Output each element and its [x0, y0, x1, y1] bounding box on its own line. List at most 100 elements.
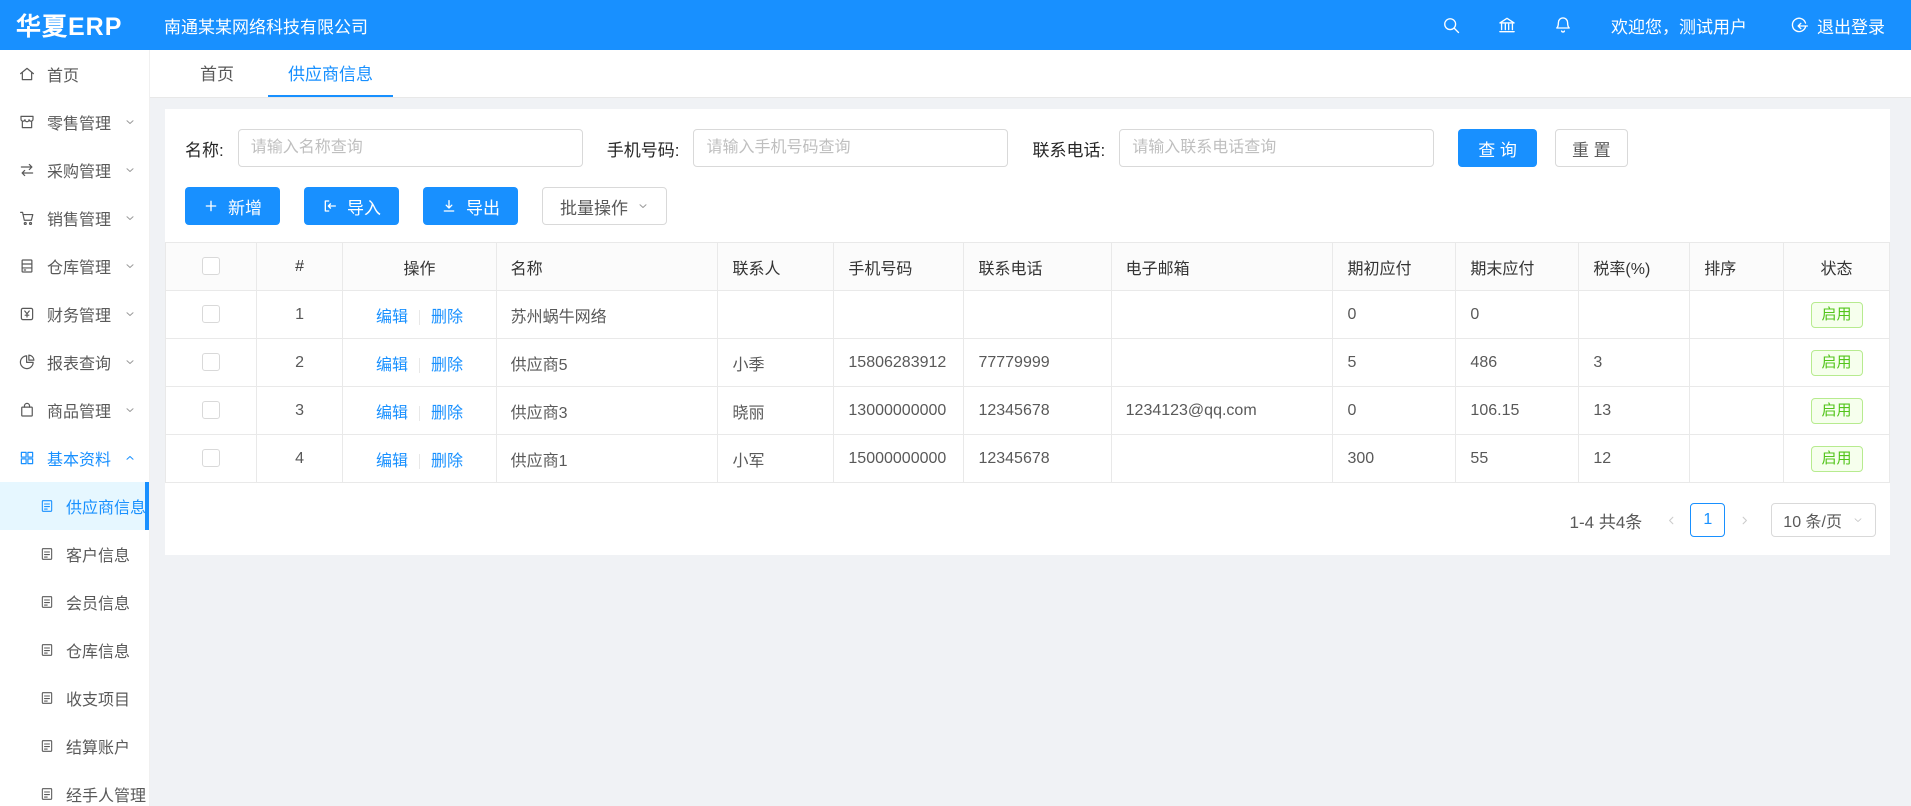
sidebar-subitem-6[interactable]: 经手人管理	[0, 770, 149, 806]
cell-name: 供应商3	[496, 387, 718, 435]
page-number[interactable]: 1	[1690, 503, 1725, 537]
tab-home[interactable]: 首页	[180, 50, 254, 97]
phone-input[interactable]	[693, 129, 1008, 167]
logout-button[interactable]: 退出登录	[1789, 13, 1885, 38]
export-button[interactable]: 导出	[423, 187, 518, 225]
sidebar-subitem-label: 经手人管理	[66, 782, 146, 806]
search-icon[interactable]	[1441, 15, 1461, 35]
sidebar-item-label: 基本资料	[47, 446, 111, 470]
column-header-0: #	[256, 243, 343, 291]
cell-status: 启用	[1784, 291, 1890, 339]
plus-icon	[203, 198, 219, 214]
cell-begin-payable: 0	[1333, 291, 1456, 339]
cell-status: 启用	[1784, 387, 1890, 435]
page-size-select[interactable]: 10 条/页	[1771, 503, 1876, 537]
cell-status: 启用	[1784, 435, 1890, 483]
chevron-down-icon	[124, 308, 136, 320]
cell-phone: 15000000000	[834, 435, 964, 483]
cell-operations: 编辑 删除	[343, 435, 496, 483]
tel-input[interactable]	[1119, 129, 1434, 167]
chevron-up-icon	[124, 452, 136, 464]
column-header-6: 电子邮箱	[1111, 243, 1333, 291]
sidebar-subitem-label: 仓库信息	[66, 638, 130, 662]
sidebar-item-goods[interactable]: 商品管理	[0, 386, 149, 434]
app-header: 华夏ERP 南通某某网络科技有限公司 欢迎您，测试用户 退出登录	[0, 0, 1911, 50]
cell-email	[1111, 339, 1333, 387]
cell-contact: 晓丽	[718, 387, 834, 435]
sidebar-subitem-label: 结算账户	[66, 734, 130, 758]
add-button[interactable]: 新增	[185, 187, 280, 225]
sidebar-item-label: 仓库管理	[47, 254, 111, 278]
company-name: 南通某某网络科技有限公司	[164, 13, 368, 38]
delete-link[interactable]: 删除	[431, 405, 463, 422]
search-form: 名称: 手机号码: 联系电话: 查 询 重 置	[165, 129, 1890, 167]
table-row: 1编辑删除苏州蜗牛网络00启用	[166, 291, 1890, 339]
reset-button[interactable]: 重 置	[1555, 129, 1628, 167]
cell-tel: 77779999	[964, 339, 1111, 387]
document-icon	[39, 690, 55, 706]
delete-link[interactable]: 删除	[431, 357, 463, 374]
cell-begin-payable: 5	[1333, 339, 1456, 387]
cell-sort	[1690, 387, 1784, 435]
supplier-table: #操作名称联系人手机号码联系电话电子邮箱期初应付期末应付税率(%)排序状态 1编…	[165, 242, 1890, 483]
sidebar-item-shop[interactable]: 零售管理	[0, 98, 149, 146]
row-checkbox[interactable]	[202, 449, 220, 467]
home-icon	[18, 65, 36, 83]
cell-phone: 15806283912	[834, 339, 964, 387]
sidebar-item-finance[interactable]: 财务管理	[0, 290, 149, 338]
cell-phone: 13000000000	[834, 387, 964, 435]
cell-phone	[834, 291, 964, 339]
sidebar-item-home[interactable]: 首页	[0, 50, 149, 98]
swap-icon	[18, 161, 36, 179]
bank-icon[interactable]	[1497, 15, 1517, 35]
sidebar-subitem-label: 收支项目	[66, 686, 130, 710]
sidebar-item-label: 首页	[47, 62, 79, 86]
sidebar-item-cart[interactable]: 销售管理	[0, 194, 149, 242]
cell-index: 4	[256, 435, 343, 483]
sidebar-subitem-2[interactable]: 会员信息	[0, 578, 149, 626]
table-header-row: #操作名称联系人手机号码联系电话电子邮箱期初应付期末应付税率(%)排序状态	[166, 243, 1890, 291]
row-checkbox[interactable]	[202, 401, 220, 419]
sidebar-subitem-1[interactable]: 客户信息	[0, 530, 149, 578]
edit-link[interactable]: 编辑	[376, 405, 408, 422]
bell-icon[interactable]	[1553, 15, 1573, 35]
document-icon	[39, 594, 55, 610]
column-header-2: 名称	[496, 243, 718, 291]
delete-link[interactable]: 删除	[431, 453, 463, 470]
sidebar-item-basic[interactable]: 基本资料	[0, 434, 149, 482]
delete-link[interactable]: 删除	[431, 309, 463, 326]
cell-operations: 编辑 删除	[343, 387, 496, 435]
sidebar-item-swap[interactable]: 采购管理	[0, 146, 149, 194]
batch-label: 批量操作	[560, 194, 628, 219]
import-button[interactable]: 导入	[304, 187, 399, 225]
edit-link[interactable]: 编辑	[376, 453, 408, 470]
divider	[419, 310, 420, 325]
query-button[interactable]: 查 询	[1458, 129, 1537, 167]
logout-icon	[1789, 16, 1808, 35]
import-label: 导入	[347, 194, 381, 219]
sidebar-item-report[interactable]: 报表查询	[0, 338, 149, 386]
sidebar-subitem-3[interactable]: 仓库信息	[0, 626, 149, 674]
chevron-down-icon	[124, 164, 136, 176]
column-header-1: 操作	[343, 243, 496, 291]
batch-actions-dropdown[interactable]: 批量操作	[542, 187, 667, 225]
sidebar-subitem-5[interactable]: 结算账户	[0, 722, 149, 770]
row-checkbox[interactable]	[202, 353, 220, 371]
edit-link[interactable]: 编辑	[376, 309, 408, 326]
row-checkbox-cell	[166, 435, 257, 483]
sidebar-subitem-0[interactable]: 供应商信息	[0, 482, 149, 530]
table-row: 2编辑删除供应商5小季158062839127777999954863启用	[166, 339, 1890, 387]
edit-link[interactable]: 编辑	[376, 357, 408, 374]
cell-sort	[1690, 291, 1784, 339]
name-input[interactable]	[238, 129, 583, 167]
select-all-checkbox[interactable]	[202, 257, 220, 275]
toolbar: 新增 导入 导出 批量操作	[165, 187, 1890, 225]
prev-page-icon[interactable]	[1658, 503, 1684, 537]
sidebar-subitem-4[interactable]: 收支项目	[0, 674, 149, 722]
document-icon	[39, 786, 55, 802]
tab-supplier-info[interactable]: 供应商信息	[268, 50, 393, 97]
row-checkbox[interactable]	[202, 305, 220, 323]
cell-status: 启用	[1784, 339, 1890, 387]
next-page-icon[interactable]	[1731, 503, 1757, 537]
sidebar-item-storage[interactable]: 仓库管理	[0, 242, 149, 290]
